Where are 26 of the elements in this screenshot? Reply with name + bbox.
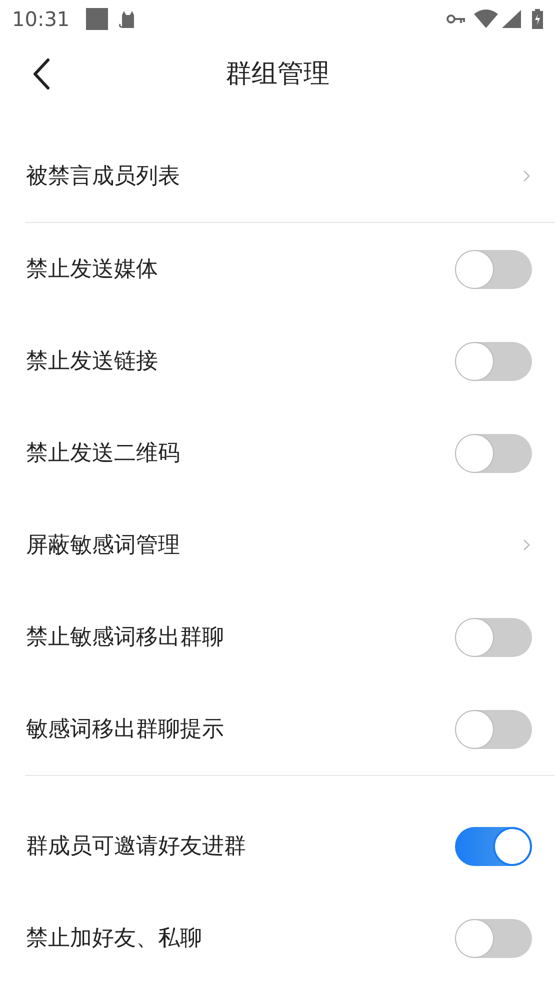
status-time: 10:31 — [12, 6, 70, 33]
signal-icon — [502, 9, 522, 29]
toggle-switch[interactable] — [455, 710, 532, 748]
toggle-switch[interactable] — [455, 342, 532, 380]
setting-label[interactable]: 被禁言成员列表 — [26, 160, 523, 192]
square-icon — [86, 8, 108, 30]
setting-label: 群成员可邀请好友进群 — [26, 832, 247, 860]
setting-label: 禁止加好友、私聊 — [26, 924, 203, 952]
toggle-switch[interactable] — [455, 434, 532, 472]
key-icon — [446, 13, 466, 25]
battery-icon — [532, 9, 543, 29]
toggle-switch[interactable] — [455, 250, 532, 288]
toggle-switch[interactable] — [455, 826, 532, 866]
setting-label: 禁止发送媒体 — [26, 256, 159, 284]
back-icon — [32, 58, 50, 90]
setting-label: 禁止发送二维码 — [26, 440, 181, 468]
toggle-switch[interactable] — [455, 618, 532, 656]
chevron-right-icon — [523, 170, 530, 182]
wifi-icon — [474, 9, 498, 29]
setting-label: 禁止敏感词移出群聊 — [26, 624, 225, 652]
setting-label: 敏感词移出群聊提示 — [26, 716, 225, 744]
setting-label: 禁止发送链接 — [26, 348, 159, 376]
chevron-right-icon — [523, 539, 530, 551]
page-title: 群组管理 — [226, 58, 330, 90]
setting-label[interactable]: 屏蔽敏感词管理 — [26, 528, 523, 562]
toggle-switch[interactable] — [455, 918, 532, 958]
